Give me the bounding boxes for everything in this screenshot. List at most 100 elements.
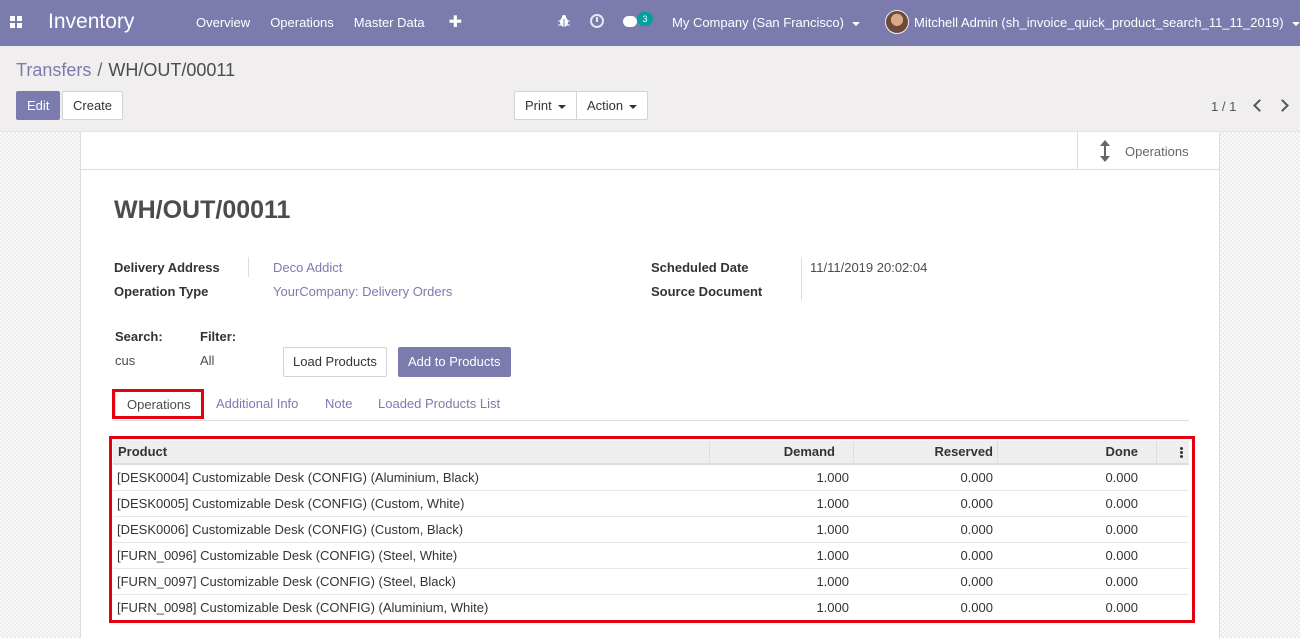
action-button[interactable]: Action <box>576 91 649 120</box>
table-row[interactable]: [FURN_0097] Customizable Desk (CONFIG) (… <box>113 569 1189 595</box>
cell-demand: 1.000 <box>816 574 849 589</box>
menu-operations[interactable]: Operations <box>270 15 334 32</box>
cell-reserved: 0.000 <box>960 548 993 563</box>
cell-product: [FURN_0098] Customizable Desk (CONFIG) (… <box>117 600 489 615</box>
cell-reserved: 0.000 <box>960 522 993 537</box>
action-label: Action <box>587 98 624 113</box>
arrows-v-icon <box>1100 140 1110 162</box>
filter-label: Filter: <box>200 329 237 344</box>
load-products-button[interactable]: Load Products <box>283 347 387 377</box>
user-name: Mitchell Admin (sh_invoice_quick_product… <box>914 15 1284 30</box>
tab-additional-info[interactable]: Additional Info <box>216 389 298 420</box>
operation-type-value[interactable]: YourCompany: Delivery Orders <box>273 284 452 299</box>
plus-icon[interactable]: ✚ <box>449 12 462 32</box>
table-row[interactable]: [DESK0004] Customizable Desk (CONFIG) (A… <box>113 465 1189 491</box>
company-name: My Company (San Francisco) <box>672 15 844 30</box>
cell-product: [FURN_0097] Customizable Desk (CONFIG) (… <box>117 574 456 589</box>
search-label: Search: <box>115 329 163 344</box>
cell-product: [DESK0006] Customizable Desk (CONFIG) (C… <box>117 522 464 537</box>
background-left <box>0 132 80 638</box>
print-label: Print <box>525 98 552 113</box>
cell-reserved: 0.000 <box>960 600 993 615</box>
cell-reserved: 0.000 <box>960 496 993 511</box>
tab-loaded-products-list[interactable]: Loaded Products List <box>378 389 500 420</box>
pager-value[interactable]: 1 / 1 <box>1211 99 1236 114</box>
breadcrumb-separator: / <box>97 60 103 80</box>
source-document-label: Source Document <box>651 284 763 299</box>
header-product[interactable]: Product <box>118 441 167 465</box>
search-value[interactable]: cus <box>115 353 135 368</box>
company-switcher[interactable]: My Company (San Francisco) <box>672 15 860 30</box>
chevron-left-icon[interactable] <box>1253 99 1266 112</box>
caret-down-icon <box>629 104 638 109</box>
tab-note[interactable]: Note <box>325 389 352 420</box>
caret-down-icon <box>1291 21 1300 26</box>
menu-overview[interactable]: Overview <box>196 15 250 32</box>
operation-type-label: Operation Type <box>114 284 209 299</box>
operations-smart-button[interactable]: Operations <box>1077 132 1219 170</box>
avatar[interactable] <box>885 10 909 34</box>
cell-product: [DESK0005] Customizable Desk (CONFIG) (C… <box>117 496 465 511</box>
filter-value[interactable]: All <box>200 353 214 368</box>
cell-demand: 1.000 <box>816 548 849 563</box>
breadcrumb-transfers[interactable]: Transfers <box>16 60 91 80</box>
table-row[interactable]: [DESK0005] Customizable Desk (CONFIG) (C… <box>113 491 1189 517</box>
header-demand[interactable]: Demand <box>709 441 835 465</box>
breadcrumb: Transfers / WH/OUT/00011 <box>16 60 235 81</box>
form-sheet: Operations WH/OUT/00011 Delivery Address… <box>80 132 1220 638</box>
menu-master-data[interactable]: Master Data <box>354 15 425 32</box>
record-title: WH/OUT/00011 <box>114 196 291 224</box>
field-separator <box>248 257 249 277</box>
optional-columns-icon[interactable] <box>1180 447 1183 459</box>
button-box: Operations <box>81 132 1219 170</box>
header-separator <box>1156 441 1157 465</box>
cell-demand: 1.000 <box>816 470 849 485</box>
app-brand[interactable]: Inventory <box>48 10 134 34</box>
bug-icon[interactable] <box>558 14 570 28</box>
edit-button[interactable]: Edit <box>16 91 61 120</box>
scheduled-date-value: 11/11/2019 20:02:04 <box>810 260 928 275</box>
operations-table: Product Demand Reserved Done [DESK0004] … <box>113 441 1189 621</box>
caret-down-icon <box>557 104 566 109</box>
header-done[interactable]: Done <box>997 441 1139 465</box>
cell-done: 0.000 <box>1105 522 1138 537</box>
table-row[interactable]: [DESK0006] Customizable Desk (CONFIG) (C… <box>113 517 1189 543</box>
cell-demand: 1.000 <box>816 496 849 511</box>
cell-done: 0.000 <box>1105 470 1138 485</box>
cell-product: [DESK0004] Customizable Desk (CONFIG) (A… <box>117 470 479 485</box>
background-right <box>1220 132 1300 638</box>
cell-done: 0.000 <box>1105 496 1138 511</box>
cell-done: 0.000 <box>1105 600 1138 615</box>
clock-icon[interactable] <box>590 14 604 28</box>
cell-product: [FURN_0096] Customizable Desk (CONFIG) (… <box>117 548 458 563</box>
add-to-products-button[interactable]: Add to Products <box>398 347 511 377</box>
cell-demand: 1.000 <box>816 522 849 537</box>
scheduled-date-label: Scheduled Date <box>651 260 749 275</box>
print-button[interactable]: Print <box>514 91 577 120</box>
main-menu: Overview Operations Master Data ✚ <box>196 12 482 32</box>
delivery-address-value[interactable]: Deco Addict <box>273 260 342 275</box>
delivery-address-label: Delivery Address <box>114 260 220 275</box>
breadcrumb-current: WH/OUT/00011 <box>108 60 236 80</box>
chevron-right-icon[interactable] <box>1276 99 1289 112</box>
header-reserved[interactable]: Reserved <box>853 441 993 465</box>
cell-reserved: 0.000 <box>960 574 993 589</box>
cell-demand: 1.000 <box>816 600 849 615</box>
table-header: Product Demand Reserved Done <box>113 441 1189 465</box>
field-separator <box>801 257 802 300</box>
table-row[interactable]: [FURN_0096] Customizable Desk (CONFIG) (… <box>113 543 1189 569</box>
user-menu[interactable]: Mitchell Admin (sh_invoice_quick_product… <box>914 15 1300 30</box>
notebook-tabs: Operations Additional Info Note Loaded P… <box>113 389 1189 421</box>
apps-grid-icon[interactable] <box>10 16 22 28</box>
create-button[interactable]: Create <box>62 91 124 120</box>
table-body: [DESK0004] Customizable Desk (CONFIG) (A… <box>113 465 1189 621</box>
top-navbar: Inventory Overview Operations Master Dat… <box>0 0 1300 46</box>
cell-reserved: 0.000 <box>960 470 993 485</box>
cell-done: 0.000 <box>1105 548 1138 563</box>
smart-button-label: Operations <box>1125 144 1189 159</box>
caret-down-icon <box>851 21 860 26</box>
table-row[interactable]: [FURN_0098] Customizable Desk (CONFIG) (… <box>113 595 1189 621</box>
chat-icon[interactable] <box>623 16 637 27</box>
cell-done: 0.000 <box>1105 574 1138 589</box>
tab-operations[interactable]: Operations <box>115 389 203 420</box>
